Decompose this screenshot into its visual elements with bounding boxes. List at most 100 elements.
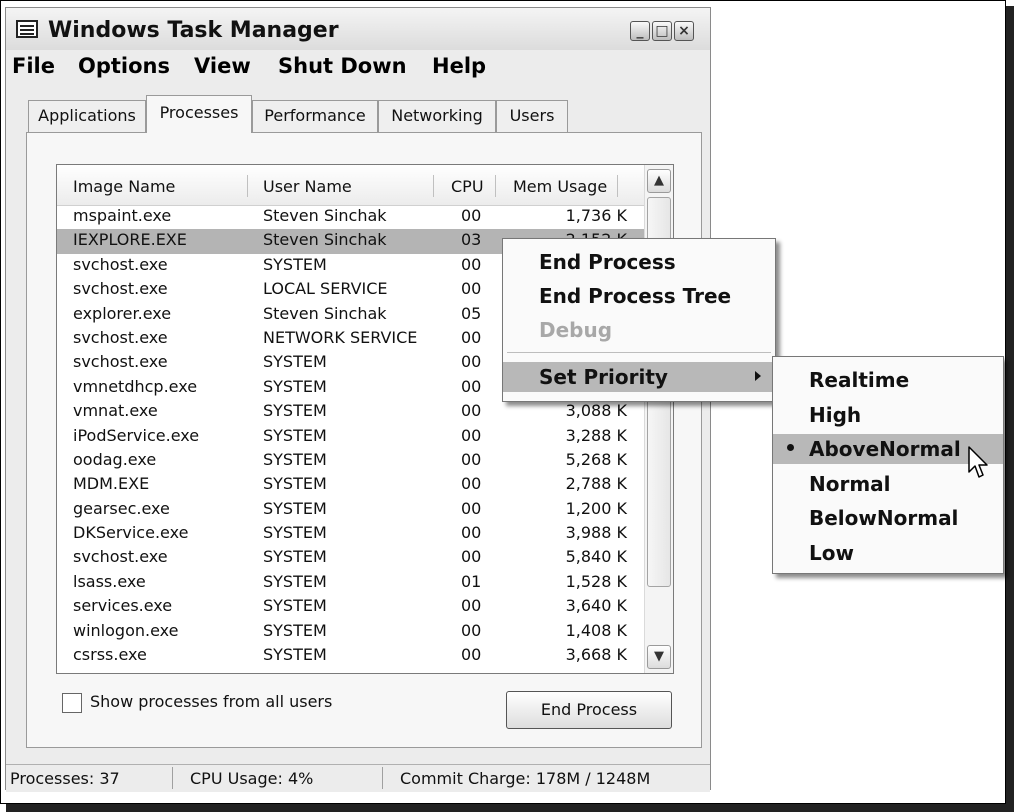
cell-cpu: 00	[461, 327, 482, 347]
process-context-menu: End Process End Process Tree Debug Set P…	[502, 238, 776, 402]
submenu-arrow-icon	[755, 371, 761, 381]
table-row[interactable]: lsass.exe SYSTEM 01 1,528 K	[57, 571, 645, 595]
table-row[interactable]: csrss.exe SYSTEM 00 3,668 K	[57, 644, 645, 668]
mouse-cursor-icon	[968, 446, 988, 478]
status-processes: Processes: 37	[10, 769, 120, 788]
table-row[interactable]: iPodService.exe SYSTEM 00 3,288 K	[57, 425, 645, 449]
table-row[interactable]: MDM.EXE SYSTEM 00 2,788 K	[57, 473, 645, 497]
tab-users[interactable]: Users	[496, 100, 568, 132]
cell-mem-usage: 1,736 K	[565, 206, 627, 225]
end-process-button[interactable]: End Process	[506, 691, 672, 729]
menu-file[interactable]: File	[12, 54, 55, 78]
table-row[interactable]: vmnat.exe SYSTEM 00 3,088 K	[57, 400, 645, 424]
minimize-button[interactable]: _	[630, 21, 650, 41]
table-row[interactable]: svchost.exe SYSTEM 00 5,840 K	[57, 546, 645, 570]
priority-item-high[interactable]: High	[773, 400, 1003, 430]
table-row[interactable]: winlogon.exe SYSTEM 00 1,408 K	[57, 620, 645, 644]
column-image-name[interactable]: Image Name	[73, 177, 175, 196]
priority-item-realtime[interactable]: Realtime	[773, 365, 1003, 395]
cell-mem-usage: 2,788 K	[565, 474, 627, 494]
cell-mem-usage: 1,200 K	[565, 498, 627, 518]
radio-bullet-icon	[787, 444, 794, 451]
cell-mem-usage: 5,840 K	[565, 547, 627, 567]
table-row[interactable]: gearsec.exe SYSTEM 00 1,200 K	[57, 498, 645, 522]
table-row[interactable]: oodag.exe SYSTEM 00 5,268 K	[57, 449, 645, 473]
cell-user-name: SYSTEM	[263, 254, 327, 274]
title-bar[interactable]: Windows Task Manager _ □ ×	[6, 8, 710, 50]
cell-mem-usage: 1,408 K	[565, 620, 627, 640]
column-user-name[interactable]: User Name	[263, 177, 352, 196]
frame-shadow	[1006, 6, 1014, 812]
cell-mem-usage: 3,288 K	[565, 425, 627, 445]
column-mem-usage[interactable]: Mem Usage	[513, 177, 607, 196]
column-divider[interactable]	[247, 175, 248, 197]
cell-user-name: SYSTEM	[263, 474, 327, 494]
table-row[interactable]: mspaint.exe Steven Sinchak 00 1,736 K	[57, 205, 645, 229]
show-all-users-checkbox[interactable]	[62, 693, 82, 713]
cell-image-name: gearsec.exe	[73, 498, 170, 518]
table-row[interactable]: services.exe SYSTEM 00 3,640 K	[57, 595, 645, 619]
cell-user-name: LOCAL SERVICE	[263, 279, 388, 299]
priority-label: Normal	[809, 471, 891, 496]
cell-image-name: svchost.exe	[73, 547, 168, 567]
cell-user-name: SYSTEM	[263, 596, 327, 616]
scroll-up-arrow-icon[interactable]: ▲	[647, 169, 671, 193]
table-row[interactable]: DKService.exe SYSTEM 00 3,988 K	[57, 522, 645, 546]
cell-image-name: DKService.exe	[73, 523, 189, 543]
cell-image-name: svchost.exe	[73, 327, 168, 347]
cell-image-name: csrss.exe	[73, 645, 147, 665]
priority-label: AboveNormal	[809, 437, 961, 461]
cell-cpu: 00	[461, 425, 482, 445]
cell-user-name: SYSTEM	[263, 523, 327, 543]
cell-user-name: SYSTEM	[263, 498, 327, 518]
menu-options[interactable]: Options	[78, 54, 170, 78]
priority-item-belownormal[interactable]: BelowNormal	[773, 503, 1003, 533]
menu-help[interactable]: Help	[432, 54, 486, 78]
menu-shut-down[interactable]: Shut Down	[278, 54, 407, 78]
status-bar: Processes: 37 CPU Usage: 4% Commit Charg…	[6, 764, 710, 792]
menu-set-priority[interactable]: Set Priority	[503, 362, 775, 392]
tab-performance[interactable]: Performance	[252, 100, 378, 132]
tab-processes[interactable]: Processes	[146, 95, 252, 133]
cell-cpu: 00	[461, 620, 482, 640]
cell-image-name: svchost.exe	[73, 254, 168, 274]
menu-end-process[interactable]: End Process	[503, 247, 775, 277]
cell-cpu: 05	[461, 303, 482, 323]
cell-cpu: 00	[461, 645, 482, 665]
tab-applications[interactable]: Applications	[28, 100, 146, 132]
menu-bar: File Options View Shut Down Help	[6, 50, 710, 84]
column-divider[interactable]	[617, 175, 618, 197]
cell-image-name: svchost.exe	[73, 279, 168, 299]
cell-user-name: Steven Sinchak	[263, 206, 387, 225]
cell-mem-usage: 3,088 K	[565, 401, 627, 421]
priority-item-low[interactable]: Low	[773, 538, 1003, 568]
cell-image-name: IEXPLORE.EXE	[73, 230, 187, 250]
cell-user-name: SYSTEM	[263, 352, 327, 372]
cell-mem-usage: 3,668 K	[565, 645, 627, 665]
column-cpu[interactable]: CPU	[451, 177, 484, 196]
column-divider[interactable]	[495, 175, 496, 197]
show-all-users-label[interactable]: Show processes from all users	[90, 692, 332, 711]
cell-image-name: vmnat.exe	[73, 401, 158, 421]
tab-networking[interactable]: Networking	[378, 100, 496, 132]
cell-user-name: NETWORK SERVICE	[263, 327, 418, 347]
column-divider[interactable]	[433, 175, 434, 197]
priority-label: BelowNormal	[809, 506, 959, 530]
priority-label: Low	[809, 540, 854, 565]
cell-cpu: 00	[461, 352, 482, 372]
cell-cpu: 00	[461, 254, 482, 274]
scroll-down-arrow-icon[interactable]: ▼	[647, 645, 671, 669]
cell-mem-usage: 3,988 K	[565, 523, 627, 543]
menu-debug: Debug	[539, 318, 613, 342]
cell-cpu: 00	[461, 523, 482, 543]
menu-end-process-tree[interactable]: End Process Tree	[503, 281, 775, 311]
cell-cpu: 00	[461, 498, 482, 518]
close-button[interactable]: ×	[674, 21, 694, 41]
cell-image-name: iPodService.exe	[73, 425, 200, 445]
menu-view[interactable]: View	[194, 54, 251, 78]
cell-user-name: Steven Sinchak	[263, 303, 387, 323]
cell-image-name: explorer.exe	[73, 303, 172, 323]
cell-image-name: mspaint.exe	[73, 206, 172, 225]
cell-user-name: SYSTEM	[263, 401, 327, 421]
maximize-button[interactable]: □	[652, 21, 672, 41]
